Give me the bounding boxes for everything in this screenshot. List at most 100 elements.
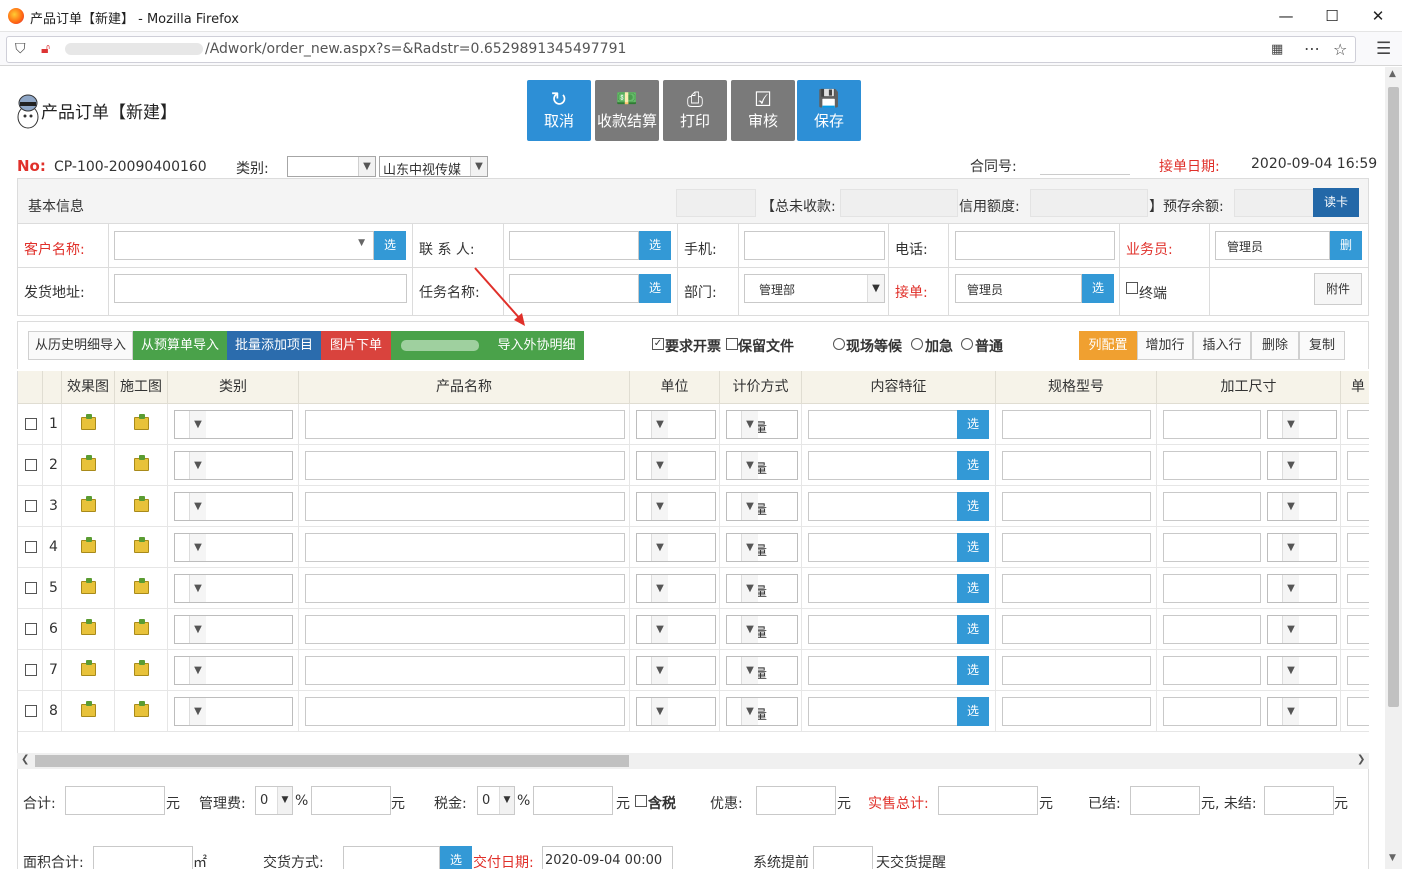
attachment-button[interactable]: 附件: [1314, 273, 1362, 305]
row-category-select[interactable]: ▼: [174, 697, 293, 726]
row-spec-input[interactable]: [1002, 533, 1151, 562]
category-select[interactable]: ▼: [287, 156, 376, 177]
upload-folder-icon[interactable]: [134, 455, 149, 471]
insert-row-button[interactable]: 插入行: [1193, 331, 1251, 360]
review-button[interactable]: ☑ 审核: [731, 80, 795, 141]
row-extra-input[interactable]: [1347, 615, 1369, 644]
salesman-delete-button[interactable]: 删: [1330, 231, 1362, 260]
bookmark-star-icon[interactable]: ☆: [1333, 40, 1347, 59]
mgmt-fee-input[interactable]: [311, 786, 391, 815]
department-select[interactable]: 管理部 ▼: [744, 274, 885, 303]
row-checkbox[interactable]: [25, 500, 37, 512]
actual-total-input[interactable]: [938, 786, 1038, 815]
address-input[interactable]: [114, 274, 407, 303]
row-size-input[interactable]: [1163, 410, 1261, 439]
upload-folder-icon[interactable]: [134, 660, 149, 676]
row-size-input[interactable]: [1163, 492, 1261, 521]
customer-select[interactable]: ▼: [114, 231, 374, 260]
row-pricing-select[interactable]: 数量▼: [726, 697, 798, 726]
row-content-pick-button[interactable]: 选: [957, 410, 989, 439]
upload-folder-icon[interactable]: [81, 660, 96, 676]
row-content-pick-button[interactable]: 选: [957, 574, 989, 603]
row-size-input[interactable]: [1163, 615, 1261, 644]
menu-icon[interactable]: ☰: [1376, 39, 1391, 59]
row-checkbox[interactable]: [25, 623, 37, 635]
row-content-pick-button[interactable]: 选: [957, 451, 989, 480]
row-size-input[interactable]: [1163, 574, 1261, 603]
row-content-pick-button[interactable]: 选: [957, 615, 989, 644]
row-product-name-input[interactable]: [305, 492, 625, 521]
row-content-pick-button[interactable]: 选: [957, 492, 989, 521]
row-content-input[interactable]: [808, 410, 958, 439]
row-category-select[interactable]: ▼: [174, 615, 293, 644]
maximize-button[interactable]: ☐: [1309, 4, 1355, 28]
row-pricing-select[interactable]: 数量▼: [726, 656, 798, 685]
row-content-pick-button[interactable]: 选: [957, 533, 989, 562]
row-size-unit-select[interactable]: ▼: [1267, 410, 1337, 439]
invoice-checkbox[interactable]: ✓: [652, 338, 664, 350]
row-category-select[interactable]: ▼: [174, 533, 293, 562]
row-pricing-select[interactable]: 数量▼: [726, 533, 798, 562]
tax-input[interactable]: [533, 786, 613, 815]
row-extra-input[interactable]: [1347, 492, 1369, 521]
upload-folder-icon[interactable]: [81, 701, 96, 717]
contact-input[interactable]: [509, 231, 639, 260]
row-product-name-input[interactable]: [305, 574, 625, 603]
phone-input[interactable]: [955, 231, 1115, 260]
more-actions-icon[interactable]: ⋯: [1304, 39, 1320, 58]
row-content-input[interactable]: [808, 615, 958, 644]
row-size-unit-select[interactable]: ▼: [1267, 574, 1337, 603]
row-checkbox[interactable]: [25, 582, 37, 594]
unsettled-input[interactable]: [1264, 786, 1334, 815]
row-checkbox[interactable]: [25, 459, 37, 471]
batch-add-button[interactable]: 批量添加项目: [227, 331, 321, 360]
settled-input[interactable]: [1130, 786, 1200, 815]
row-extra-input[interactable]: [1347, 574, 1369, 603]
close-button[interactable]: ✕: [1355, 4, 1401, 28]
upload-folder-icon[interactable]: [134, 537, 149, 553]
terminal-checkbox[interactable]: [1126, 282, 1138, 294]
minimize-button[interactable]: —: [1263, 4, 1309, 28]
row-extra-input[interactable]: [1347, 451, 1369, 480]
row-size-input[interactable]: [1163, 533, 1261, 562]
discount-input[interactable]: [756, 786, 836, 815]
upload-folder-icon[interactable]: [134, 701, 149, 717]
row-category-select[interactable]: ▼: [174, 451, 293, 480]
row-content-pick-button[interactable]: 选: [957, 697, 989, 726]
urgent-radio[interactable]: [911, 338, 923, 350]
copy-row-button[interactable]: 复制: [1299, 331, 1345, 360]
row-checkbox[interactable]: [25, 705, 37, 717]
row-content-input[interactable]: [808, 451, 958, 480]
upload-folder-icon[interactable]: [81, 537, 96, 553]
row-size-unit-select[interactable]: ▼: [1267, 697, 1337, 726]
row-size-input[interactable]: [1163, 697, 1261, 726]
row-product-name-input[interactable]: [305, 697, 625, 726]
row-size-unit-select[interactable]: ▼: [1267, 656, 1337, 685]
add-row-button[interactable]: 增加行: [1137, 331, 1193, 360]
tax-included-checkbox[interactable]: [635, 795, 647, 807]
row-size-unit-select[interactable]: ▼: [1267, 533, 1337, 562]
scrollbar-thumb[interactable]: [35, 755, 629, 767]
row-pricing-select[interactable]: 数量▼: [726, 492, 798, 521]
row-content-input[interactable]: [808, 656, 958, 685]
history-import-button[interactable]: 从历史明细导入: [28, 331, 133, 360]
row-checkbox[interactable]: [25, 418, 37, 430]
row-extra-input[interactable]: [1347, 697, 1369, 726]
mobile-input[interactable]: [744, 231, 885, 260]
row-spec-input[interactable]: [1002, 656, 1151, 685]
page-vertical-scrollbar[interactable]: ▲ ▼: [1385, 67, 1402, 869]
salesman-input[interactable]: 管理员: [1215, 231, 1330, 260]
area-total-input[interactable]: [93, 846, 193, 869]
row-category-select[interactable]: ▼: [174, 492, 293, 521]
row-spec-input[interactable]: [1002, 574, 1151, 603]
keep-file-checkbox[interactable]: [726, 338, 738, 350]
row-spec-input[interactable]: [1002, 410, 1151, 439]
row-content-pick-button[interactable]: 选: [957, 656, 989, 685]
delete-row-button[interactable]: 删除: [1251, 331, 1299, 360]
insecure-lock-icon[interactable]: 🔓︎: [41, 41, 50, 57]
row-unit-select[interactable]: 张▼: [636, 451, 716, 480]
row-size-input[interactable]: [1163, 451, 1261, 480]
task-pick-button[interactable]: 选: [639, 274, 671, 303]
row-spec-input[interactable]: [1002, 451, 1151, 480]
contract-no-field[interactable]: [1040, 174, 1130, 175]
